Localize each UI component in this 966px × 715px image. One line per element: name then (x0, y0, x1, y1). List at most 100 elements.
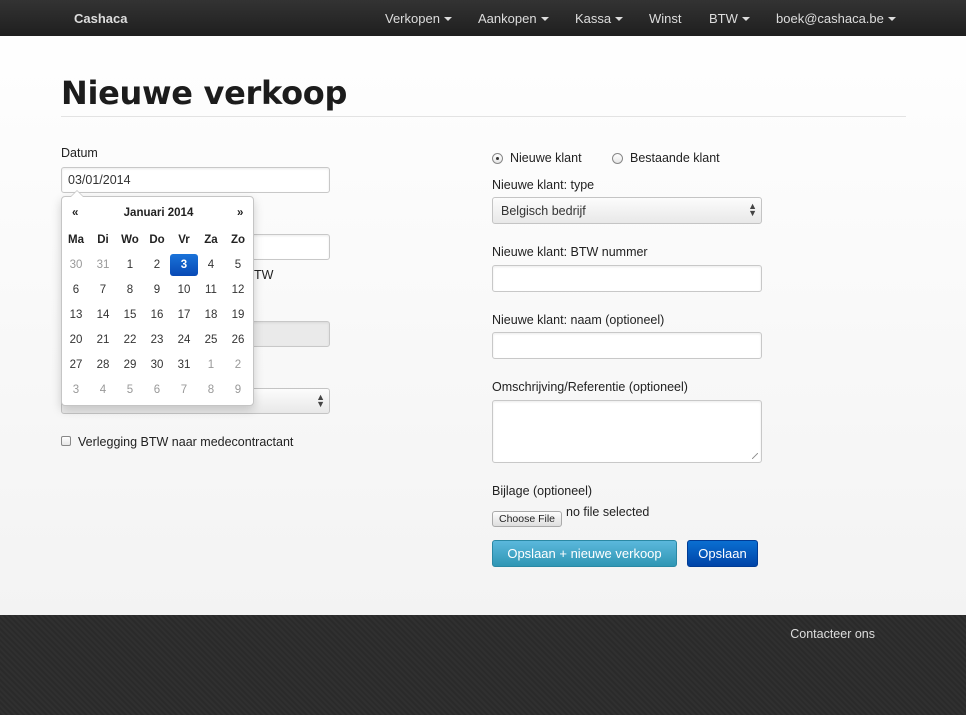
weekday-label: Zo (230, 233, 246, 246)
nav-btw[interactable]: BTW (709, 11, 750, 26)
datepicker-week: 3 4 5 6 7 8 9 (62, 377, 255, 402)
datum-input[interactable] (61, 167, 330, 193)
day-cell[interactable]: 26 (224, 329, 252, 351)
day-cell[interactable]: 30 (143, 354, 171, 376)
day-cell[interactable]: 25 (197, 329, 225, 351)
footer: Contacteer ons (0, 615, 966, 715)
day-cell[interactable]: 10 (170, 279, 198, 301)
weekday-label: Wo (121, 233, 139, 246)
day-cell[interactable]: 17 (170, 304, 198, 326)
weekday-label: Ma (68, 233, 84, 246)
day-cell[interactable]: 28 (89, 354, 117, 376)
description-textarea[interactable] (492, 400, 762, 463)
day-cell[interactable]: 30 (62, 254, 90, 276)
day-cell[interactable]: 1 (197, 354, 225, 376)
datum-label: Datum (61, 146, 98, 160)
attachment-label: Bijlage (optioneel) (492, 484, 593, 498)
day-cell[interactable]: 27 (62, 354, 90, 376)
day-cell[interactable]: 21 (89, 329, 117, 351)
nav-account-label: boek@cashaca.be (776, 11, 884, 26)
btw-number-input[interactable] (492, 265, 762, 292)
datepicker-popup: « Januari 2014 » Ma Di Wo Do Vr Za Zo 30… (61, 190, 255, 406)
day-cell[interactable]: 19 (224, 304, 252, 326)
nav-account[interactable]: boek@cashaca.be (776, 11, 896, 26)
choose-file-button[interactable]: Choose File (492, 511, 562, 527)
day-cell[interactable]: 5 (224, 254, 252, 276)
day-cell[interactable]: 12 (224, 279, 252, 301)
day-cell[interactable]: 14 (89, 304, 117, 326)
datepicker-weekdays: Ma Di Wo Do Vr Za Zo (62, 227, 255, 252)
day-cell[interactable]: 22 (116, 329, 144, 351)
customer-name-label: Nieuwe klant: naam (optioneel) (492, 313, 665, 327)
day-cell[interactable]: 31 (170, 354, 198, 376)
contact-link[interactable]: Contacteer ons (790, 627, 875, 641)
description-label: Omschrijving/Referentie (optioneel) (492, 380, 688, 394)
top-navbar: Cashaca Verkopen Aankopen Kassa Winst BT… (0, 0, 966, 36)
day-cell[interactable]: 6 (143, 379, 171, 401)
day-cell[interactable]: 7 (89, 279, 117, 301)
day-cell[interactable]: 5 (116, 379, 144, 401)
day-cell[interactable]: 4 (89, 379, 117, 401)
datepicker-week: 20 21 22 23 24 25 26 (62, 327, 255, 352)
weekday-label: Di (97, 233, 109, 246)
verlegging-checkbox[interactable] (61, 436, 71, 446)
save-and-new-button[interactable]: Opslaan + nieuwe verkoop (492, 540, 677, 567)
hidden-field-input[interactable] (250, 234, 330, 260)
radio-new-customer-label: Nieuwe klant (510, 151, 582, 165)
datepicker-month-title[interactable]: Januari 2014 (62, 207, 255, 219)
day-cell[interactable]: 2 (224, 354, 252, 376)
day-cell[interactable]: 18 (197, 304, 225, 326)
day-cell[interactable]: 20 (62, 329, 90, 351)
customer-type-label: Nieuwe klant: type (492, 178, 595, 192)
day-cell[interactable]: 8 (197, 379, 225, 401)
save-button[interactable]: Opslaan (687, 540, 758, 567)
day-cell[interactable]: 4 (197, 254, 225, 276)
customer-type-select[interactable]: Belgisch bedrijf ▲ ▼ (492, 197, 762, 224)
nav-verkopen-label: Verkopen (385, 11, 440, 26)
day-cell[interactable]: 9 (143, 279, 171, 301)
day-cell[interactable]: 13 (62, 304, 90, 326)
select-arrows-icon: ▲ ▼ (316, 392, 325, 409)
caret-down-icon (443, 16, 452, 21)
datepicker-week: 13 14 15 16 17 18 19 (62, 302, 255, 327)
day-cell[interactable]: 29 (116, 354, 144, 376)
customer-name-input[interactable] (492, 332, 762, 359)
day-cell[interactable]: 23 (143, 329, 171, 351)
day-cell[interactable]: 8 (116, 279, 144, 301)
nav-verkopen[interactable]: Verkopen (385, 11, 452, 26)
select-arrows-icon: ▲ ▼ (748, 201, 757, 218)
caret-down-icon (615, 16, 624, 21)
day-cell[interactable]: 7 (170, 379, 198, 401)
day-cell[interactable]: 31 (89, 254, 117, 276)
day-cell[interactable]: 16 (143, 304, 171, 326)
day-cell[interactable]: 9 (224, 379, 252, 401)
day-cell[interactable]: 3 (62, 379, 90, 401)
day-cell[interactable]: 1 (116, 254, 144, 276)
day-cell[interactable]: 6 (62, 279, 90, 301)
day-cell[interactable]: 11 (197, 279, 225, 301)
radio-existing-customer-label: Bestaande klant (630, 151, 720, 165)
nav-kassa[interactable]: Kassa (575, 11, 624, 26)
datepicker-week: 6 7 8 9 10 11 12 (62, 277, 255, 302)
nav-aankopen[interactable]: Aankopen (478, 11, 549, 26)
nav-winst[interactable]: Winst (649, 11, 682, 26)
title-divider (61, 116, 906, 117)
disabled-field-input (250, 321, 330, 347)
no-file-text: no file selected (566, 505, 650, 519)
datepicker-next-button[interactable]: » (237, 207, 243, 219)
radio-new-customer[interactable] (492, 153, 503, 164)
caret-down-icon (741, 16, 750, 21)
day-cell-selected[interactable]: 3 (170, 253, 198, 276)
btw-number-label: Nieuwe klant: BTW nummer (492, 245, 648, 259)
nav-aankopen-label: Aankopen (478, 11, 537, 26)
datepicker-week: 30 31 1 2 3 4 5 (62, 252, 255, 277)
day-cell[interactable]: 24 (170, 329, 198, 351)
weekday-label: Do (149, 233, 165, 246)
radio-existing-customer[interactable] (612, 153, 623, 164)
day-cell[interactable]: 15 (116, 304, 144, 326)
brand-logo[interactable]: Cashaca (74, 11, 127, 26)
datepicker-week: 27 28 29 30 31 1 2 (62, 352, 255, 377)
weekday-label: Vr (178, 233, 190, 246)
resize-grip-icon[interactable] (752, 453, 758, 459)
day-cell[interactable]: 2 (143, 254, 171, 276)
